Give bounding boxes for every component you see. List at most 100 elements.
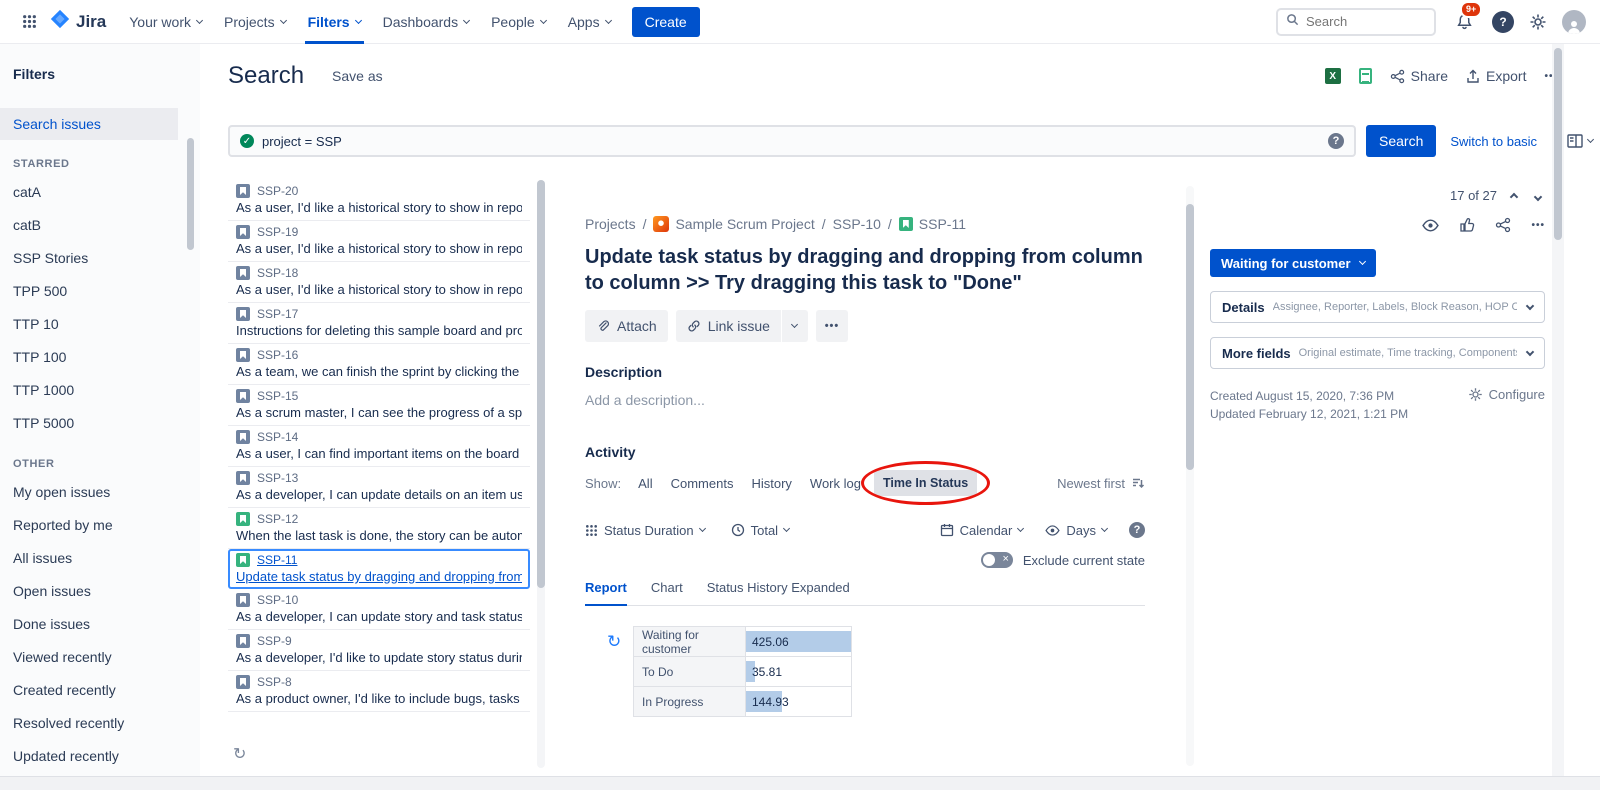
- sidebar-item-catb[interactable]: catB: [0, 209, 200, 242]
- sort-order-button[interactable]: Newest first: [1057, 476, 1145, 491]
- next-issue-icon[interactable]: [1531, 186, 1545, 205]
- list-item-ssp-12[interactable]: SSP-12 When the last task is done, the s…: [228, 508, 530, 549]
- nav-projects[interactable]: Projects: [213, 0, 297, 44]
- list-item-ssp-14[interactable]: SSP-14 As a user, I can find important i…: [228, 426, 530, 467]
- save-as-button[interactable]: Save as: [332, 68, 383, 84]
- attach-button[interactable]: Attach: [585, 310, 668, 342]
- report-refresh-icon[interactable]: ↻: [607, 632, 621, 652]
- tab-status-history-expanded[interactable]: Status History Expanded: [707, 580, 850, 606]
- excel-export-icon[interactable]: X: [1325, 68, 1341, 84]
- user-avatar[interactable]: [1562, 10, 1586, 34]
- details-section-toggle[interactable]: Details Assignee, Reporter, Labels, Bloc…: [1210, 291, 1545, 323]
- notifications-bell-icon[interactable]: 9+: [1451, 9, 1477, 35]
- list-item-ssp-17[interactable]: SSP-17 Instructions for deleting this sa…: [228, 303, 530, 344]
- settings-gear-icon[interactable]: [1529, 13, 1547, 31]
- sidebar-item-reported-by-me[interactable]: Reported by me: [0, 509, 200, 542]
- layout-switch-icon[interactable]: [1567, 134, 1593, 148]
- sidebar-item-created-recently[interactable]: Created recently: [0, 674, 200, 707]
- sidebar-item-ttp-100[interactable]: TTP 100: [0, 341, 200, 374]
- app-switcher-icon[interactable]: [14, 7, 44, 37]
- filter-time-in-status[interactable]: Time In Status: [874, 470, 977, 496]
- days-unit-dropdown[interactable]: Days: [1045, 523, 1107, 538]
- issue-more-actions[interactable]: •••: [816, 310, 848, 342]
- sidebar-item-resolved-recently[interactable]: Resolved recently: [0, 707, 200, 740]
- watch-eye-icon[interactable]: [1422, 219, 1439, 232]
- breadcrumb-current-issue[interactable]: SSP-11: [899, 216, 966, 232]
- breadcrumb-parent-issue[interactable]: SSP-10: [833, 216, 881, 232]
- detail-scrollbar-thumb[interactable]: [1186, 204, 1194, 470]
- filter-comments[interactable]: Comments: [664, 471, 741, 496]
- jql-input-box[interactable]: ✓ ?: [228, 125, 1356, 157]
- calendar-dropdown[interactable]: Calendar: [940, 523, 1024, 538]
- sidebar-item-updated-recently[interactable]: Updated recently: [0, 740, 200, 773]
- sidebar-item-my-open-issues[interactable]: My open issues: [0, 476, 200, 509]
- issue-panel-more-icon[interactable]: •••: [1531, 220, 1545, 231]
- sidebar-scrollbar[interactable]: [187, 138, 194, 250]
- page-scrollbar-thumb[interactable]: [1554, 48, 1562, 240]
- sidebar-item-done-issues[interactable]: Done issues: [0, 608, 200, 641]
- exclude-current-state-toggle[interactable]: ×: [981, 552, 1013, 568]
- filter-work-log[interactable]: Work log: [803, 471, 868, 496]
- total-dropdown[interactable]: Total: [731, 523, 789, 538]
- more-fields-section-toggle[interactable]: More fields Original estimate, Time trac…: [1210, 337, 1545, 369]
- tab-report[interactable]: Report: [585, 580, 627, 606]
- list-item-ssp-10[interactable]: SSP-10 As a developer, I can update stor…: [228, 589, 530, 630]
- search-button[interactable]: Search: [1366, 125, 1436, 157]
- issue-list-scrollbar-thumb[interactable]: [537, 180, 545, 588]
- list-item-ssp-20[interactable]: SSP-20 As a user, I'd like a historical …: [228, 180, 530, 221]
- sidebar-item-viewed-recently[interactable]: Viewed recently: [0, 641, 200, 674]
- jira-logo[interactable]: Jira: [44, 9, 118, 34]
- sidebar-item-tpp-500[interactable]: TPP 500: [0, 275, 200, 308]
- description-placeholder[interactable]: Add a description...: [585, 392, 1145, 408]
- list-item-ssp-15[interactable]: SSP-15 As a scrum master, I can see the …: [228, 385, 530, 426]
- list-item-ssp-16[interactable]: SSP-16 As a team, we can finish the spri…: [228, 344, 530, 385]
- export-button[interactable]: Export: [1466, 68, 1526, 84]
- sidebar-item-ttp-10[interactable]: TTP 10: [0, 308, 200, 341]
- share-issue-icon[interactable]: [1495, 217, 1511, 233]
- list-item-ssp-13[interactable]: SSP-13 As a developer, I can update deta…: [228, 467, 530, 508]
- global-search-box[interactable]: [1276, 8, 1436, 36]
- vote-thumbs-up-icon[interactable]: [1459, 217, 1475, 233]
- sidebar-item-ssp-stories[interactable]: SSP Stories: [0, 242, 200, 275]
- issue-title: Update task status by dragging and dropp…: [585, 244, 1145, 296]
- nav-people[interactable]: People: [480, 0, 557, 44]
- share-button[interactable]: Share: [1390, 68, 1448, 84]
- sidebar-item-open-issues[interactable]: Open issues: [0, 575, 200, 608]
- nav-your-work[interactable]: Your work: [118, 0, 213, 44]
- exclude-toggle-row: × Exclude current state: [585, 552, 1145, 568]
- configure-button[interactable]: Configure: [1468, 387, 1545, 402]
- link-issue-button[interactable]: Link issue: [676, 310, 781, 342]
- breadcrumb-projects[interactable]: Projects: [585, 216, 636, 232]
- filter-all[interactable]: All: [631, 471, 659, 496]
- sidebar-item-search-issues[interactable]: Search issues: [0, 108, 178, 140]
- nav-filters[interactable]: Filters: [297, 0, 372, 44]
- nav-apps[interactable]: Apps: [557, 0, 622, 44]
- previous-issue-icon[interactable]: [1507, 186, 1521, 205]
- refresh-results-icon[interactable]: ↻: [233, 744, 246, 764]
- sidebar-item-cata[interactable]: catA: [0, 176, 200, 209]
- status-dropdown-button[interactable]: Waiting for customer: [1210, 249, 1376, 277]
- sidebar-item-ttp-5000[interactable]: TTP 5000: [0, 407, 200, 440]
- link-issue-dropdown[interactable]: [782, 310, 808, 342]
- help-icon[interactable]: ?: [1492, 11, 1514, 33]
- global-search-input[interactable]: [1306, 14, 1421, 29]
- table-row: Waiting for customer 425.06: [634, 627, 852, 657]
- list-item-ssp-19[interactable]: SSP-19 As a user, I'd like a historical …: [228, 221, 530, 262]
- list-item-ssp-18[interactable]: SSP-18 As a user, I'd like a historical …: [228, 262, 530, 303]
- sidebar-item-ttp-1000[interactable]: TTP 1000: [0, 374, 200, 407]
- breadcrumb-project[interactable]: Sample Scrum Project: [653, 216, 814, 232]
- sheet-export-icon[interactable]: [1359, 68, 1372, 84]
- sidebar-item-all-issues[interactable]: All issues: [0, 542, 200, 575]
- switch-to-basic-link[interactable]: Switch to basic: [1450, 134, 1537, 149]
- list-item-ssp-8[interactable]: SSP-8 As a product owner, I'd like to in…: [228, 671, 530, 712]
- query-help-icon[interactable]: ?: [1328, 133, 1344, 149]
- gadget-help-icon[interactable]: ?: [1129, 522, 1145, 538]
- tab-chart[interactable]: Chart: [651, 580, 683, 606]
- list-item-ssp-9[interactable]: SSP-9 As a developer, I'd like to update…: [228, 630, 530, 671]
- filter-history[interactable]: History: [744, 471, 798, 496]
- nav-dashboards[interactable]: Dashboards: [372, 0, 481, 44]
- create-button[interactable]: Create: [632, 7, 700, 37]
- list-item-ssp-11-selected[interactable]: SSP-11 Update task status by dragging an…: [228, 549, 530, 589]
- jql-input[interactable]: [262, 134, 1320, 149]
- status-duration-dropdown[interactable]: Status Duration: [585, 523, 705, 538]
